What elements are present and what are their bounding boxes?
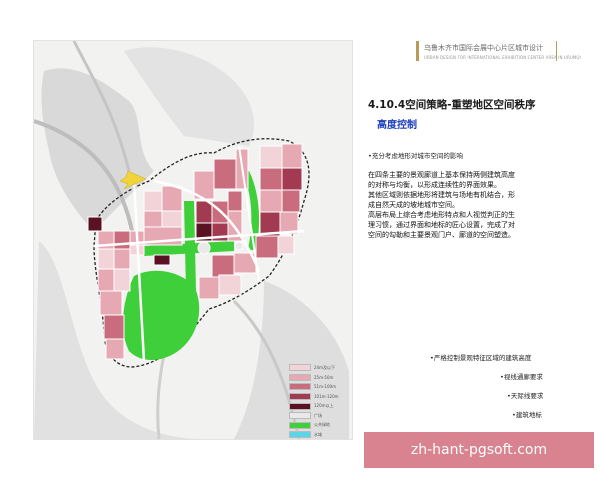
header-accent-bar: [416, 41, 419, 61]
document-title: 乌鲁木齐市国际会展中心片区城市设计: [424, 44, 543, 52]
paragraph-line: 成自然天成的坡地城市空间。: [368, 201, 459, 209]
section-subtitle: 高度控制: [377, 120, 417, 131]
legend-label: 广场: [314, 412, 322, 418]
legend-item: 25m-50m: [289, 373, 349, 383]
requirement-bullet: •视线通廊要求: [500, 373, 543, 381]
legend-label: 120m以上: [314, 403, 334, 409]
description-paragraph: 在四条主要的景观廊道上基本保持两侧建筑高度 的对称与均衡，以形成连续性的界面效果…: [368, 170, 568, 240]
requirement-bullet: •严格控制景观特征区域的建筑高度: [430, 354, 532, 362]
section-title: 4.10.4空间策略-重塑地区空间秩序: [368, 99, 536, 111]
legend-label: 25m-50m: [314, 374, 334, 380]
legend-swatch: [289, 364, 311, 372]
map-legend: 24m及以下 25m-50m 51m-100m 101m-120m 120m以上…: [289, 363, 349, 439]
requirement-bullet: •天际线要求: [507, 392, 544, 400]
paragraph-line: 的对称与均衡，以形成连续性的界面效果。: [368, 181, 501, 189]
watermark-text: zh-hant-pgsoft.com: [410, 442, 548, 458]
paragraph-line: 理习惯，通过界面和地标的匠心设置，完成了对: [368, 221, 515, 229]
plaza: [197, 241, 211, 255]
legend-swatch: [289, 431, 311, 439]
requirement-bullet: •建筑地标: [512, 411, 542, 419]
paragraph-line: 空间的勾勒和主要景观门户、廊道的空间塑造。: [368, 231, 515, 239]
legend-swatch: [289, 402, 311, 410]
height-control-map: 24m及以下 25m-50m 51m-100m 101m-120m 120m以上…: [33, 40, 353, 440]
document-subtitle: URBAN DESIGN FOR INTERNATIONAL EXHIBITIO…: [424, 55, 581, 60]
legend-item: 广场: [289, 411, 349, 421]
watermark-banner: zh-hant-pgsoft.com: [364, 432, 594, 468]
slide: 24m及以下 25m-50m 51m-100m 101m-120m 120m以上…: [0, 0, 600, 480]
intro-bullet: •充分考虑地形对城市空间的影响: [368, 152, 463, 160]
legend-label: 51m-100m: [314, 384, 336, 390]
legend-swatch: [289, 383, 311, 391]
legend-item: 101m-120m: [289, 392, 349, 402]
plaza: [234, 241, 244, 251]
legend-label: 公共绿地: [314, 422, 330, 428]
legend-item: 水域: [289, 430, 349, 439]
legend-swatch: [289, 373, 311, 381]
legend-item: 公共绿地: [289, 421, 349, 431]
paragraph-line: 其他区域则依据地形将建筑与场地有机结合，形: [368, 191, 515, 199]
legend-item: 51m-100m: [289, 382, 349, 392]
paragraph-line: 高层布局上综合考虑地形特点和人视觉判正的生: [368, 211, 515, 219]
legend-swatch: [289, 393, 311, 401]
legend-item: 24m及以下: [289, 363, 349, 373]
legend-label: 水域: [314, 431, 322, 437]
legend-label: 101m-120m: [314, 394, 339, 400]
legend-swatch: [289, 412, 311, 420]
legend-swatch: [289, 421, 311, 429]
legend-label: 24m及以下: [314, 364, 335, 370]
paragraph-line: 在四条主要的景观廊道上基本保持两侧建筑高度: [368, 171, 515, 179]
legend-item: 120m以上: [289, 401, 349, 411]
